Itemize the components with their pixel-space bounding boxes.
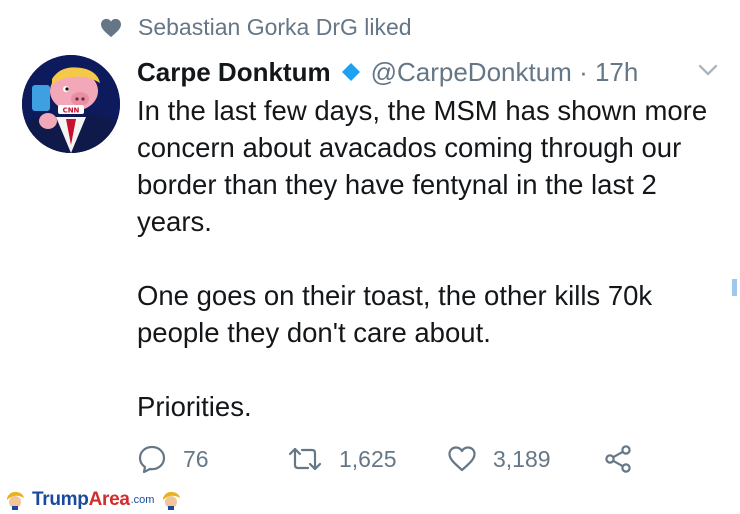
avatar-image: CNN <box>22 55 120 153</box>
watermark: TrumpArea .com <box>4 488 182 512</box>
heart-outline-icon <box>448 446 476 472</box>
mascot-icon <box>7 491 24 510</box>
display-name[interactable]: Carpe Donktum <box>137 57 331 88</box>
retweet-count: 1,625 <box>339 445 397 472</box>
watermark-brand: TrumpArea <box>32 489 130 510</box>
tweet-text: In the last few days, the MSM has shown … <box>137 92 727 425</box>
retweet-button[interactable]: 1,625 <box>287 442 397 476</box>
verified-badge-icon <box>341 63 360 81</box>
separator: · <box>579 56 588 87</box>
avatar[interactable]: CNN <box>22 55 120 153</box>
share-icon <box>605 445 631 473</box>
tweet-paragraph: One goes on their toast, the other kills… <box>137 280 653 348</box>
share-button[interactable] <box>603 442 649 476</box>
social-context[interactable]: Sebastian Gorka DrG liked <box>100 14 412 41</box>
retweet-icon <box>288 447 322 471</box>
reply-count: 76 <box>183 445 209 472</box>
tweet-paragraph: Priorities. <box>137 391 252 422</box>
timestamp[interactable]: 17h <box>595 57 638 88</box>
tweet-actions: 76 1,625 3,189 <box>137 442 637 476</box>
mascot-icon <box>163 491 181 510</box>
scroll-indicator <box>732 279 737 296</box>
tweet-header: Carpe Donktum @CarpeDonktum · 17h <box>137 54 720 90</box>
svg-text:CNN: CNN <box>63 107 80 115</box>
reply-button[interactable]: 76 <box>137 442 209 476</box>
handle[interactable]: @CarpeDonktum <box>371 57 572 88</box>
tweet-paragraph: In the last few days, the MSM has shown … <box>137 95 708 237</box>
heart-icon <box>101 18 121 37</box>
social-context-text: Sebastian Gorka DrG liked <box>138 14 412 40</box>
reply-icon <box>138 445 166 474</box>
watermark-suffix: .com <box>130 494 155 506</box>
like-count: 3,189 <box>493 445 551 472</box>
chevron-down-icon[interactable] <box>696 60 720 80</box>
like-button[interactable]: 3,189 <box>447 442 551 476</box>
